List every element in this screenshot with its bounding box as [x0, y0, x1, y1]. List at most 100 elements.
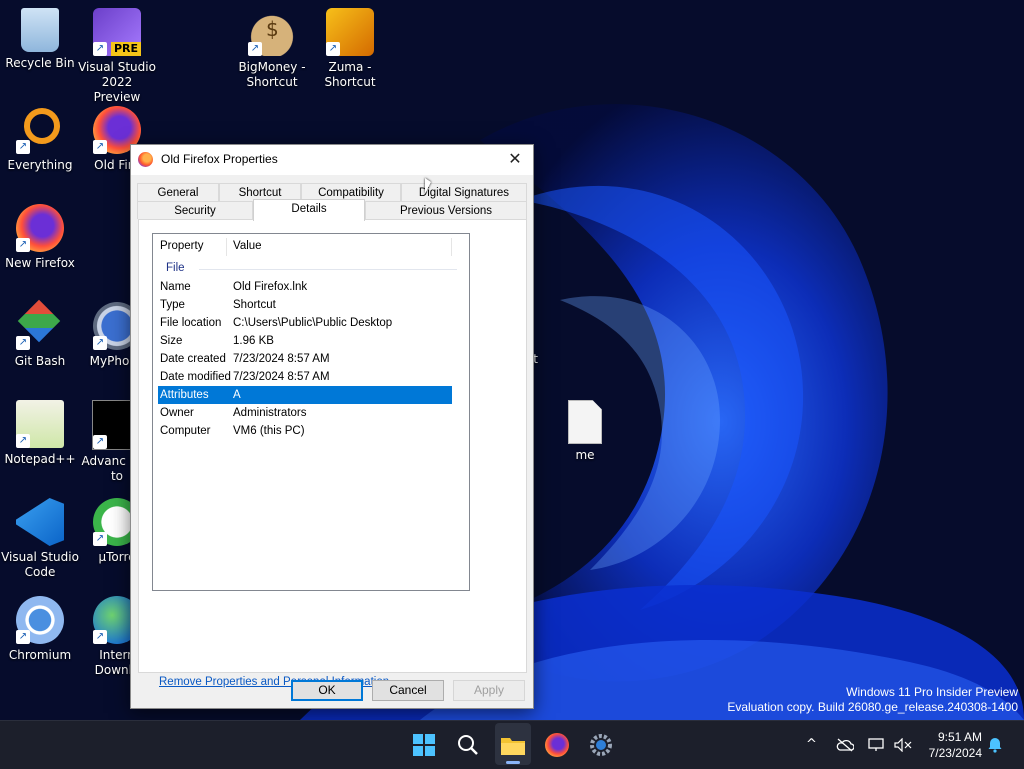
desktop-icon-label: Zuma - Shortcut — [324, 60, 376, 89]
details-list[interactable]: Property Value File Name Old Firefox.lnk… — [152, 233, 470, 591]
property-name: File location — [160, 317, 222, 329]
zuma-icon: ↗ — [326, 8, 374, 56]
desktop-icon-zuma[interactable]: ↗ Zuma - Shortcut — [310, 8, 390, 90]
start-icon[interactable] — [408, 729, 440, 761]
tab-general[interactable]: General — [137, 183, 219, 201]
shortcut-arrow-icon: ↗ — [16, 140, 30, 154]
property-value: 7/23/2024 8:57 AM — [233, 371, 330, 383]
table-row[interactable]: Name Old Firefox.lnk — [153, 278, 469, 296]
property-value: 1.96 KB — [233, 335, 274, 347]
clock-time: 9:51 AM — [937, 730, 982, 744]
desktop-icon-vscode[interactable]: Visual Studio Code — [0, 498, 80, 580]
shortcut-arrow-icon: ↗ — [93, 532, 107, 546]
ok-button[interactable]: OK — [291, 680, 363, 701]
shortcut-arrow-icon: ↗ — [93, 140, 107, 154]
firefox-icon[interactable] — [541, 729, 573, 761]
desktop-icon-notepadpp[interactable]: ↗ Notepad++ — [0, 400, 80, 467]
property-value: VM6 (this PC) — [233, 425, 305, 437]
desktop-icon-git-bash[interactable]: ↗ Git Bash — [0, 299, 80, 369]
apply-button[interactable]: Apply — [453, 680, 525, 701]
desktop-icon-label: Notepad++ — [4, 452, 76, 466]
table-row[interactable]: Computer VM6 (this PC) — [153, 422, 469, 440]
desktop-icon-label: Everything — [7, 158, 73, 172]
properties-dialog: Old Firefox Properties ✕ General Shortcu… — [130, 144, 534, 709]
shortcut-arrow-icon: ↗ — [93, 42, 107, 56]
desktop-icon-label: Recycle Bin — [5, 56, 75, 70]
text-file-icon — [568, 400, 602, 444]
dialog-titlebar[interactable]: Old Firefox Properties ✕ — [131, 145, 533, 175]
group-label: File — [166, 262, 185, 274]
column-header-property[interactable]: Property — [160, 240, 203, 252]
file-explorer-icon[interactable] — [497, 729, 529, 761]
volume-muted-icon[interactable] — [894, 721, 912, 769]
desktop-icon-chromium[interactable]: ↗ Chromium — [0, 596, 80, 663]
search-icon[interactable] — [452, 729, 484, 761]
column-divider[interactable] — [226, 238, 227, 256]
cancel-button[interactable]: Cancel — [372, 680, 444, 701]
list-header: Property Value — [153, 234, 469, 260]
table-row[interactable]: Date modified 7/23/2024 8:57 AM — [153, 368, 469, 386]
details-panel: Property Value File Name Old Firefox.lnk… — [138, 219, 527, 688]
visual-studio-preview-icon: PRE ↗ — [93, 8, 141, 56]
network-icon[interactable] — [868, 721, 886, 769]
chromium-icon: ↗ — [16, 596, 64, 644]
system-clock[interactable]: 9:51 AM 7/23/2024 — [929, 729, 982, 761]
desktop-icon-everything[interactable]: ↗ Everything — [0, 106, 80, 173]
table-row[interactable]: File location C:\Users\Public\Public Des… — [153, 314, 469, 332]
shortcut-arrow-icon: ↗ — [93, 630, 107, 644]
close-icon[interactable]: ✕ — [505, 150, 525, 170]
property-name: Owner — [160, 407, 194, 419]
property-name: Date created — [160, 353, 226, 365]
desktop-icon-label: BigMoney - Shortcut — [238, 60, 306, 89]
tab-strip: General Shortcut Compatibility Digital S… — [137, 183, 527, 221]
magnifier-icon: ↗ — [16, 106, 64, 154]
desktop-icon-visual-studio-preview[interactable]: PRE ↗ Visual Studio 2022 Preview — [77, 8, 157, 105]
mouse-cursor — [425, 178, 431, 194]
tab-security[interactable]: Security — [137, 201, 253, 219]
table-row[interactable]: Type Shortcut — [153, 296, 469, 314]
group-header-file[interactable]: File — [153, 260, 469, 278]
table-row-selected[interactable]: Attributes A — [158, 386, 452, 404]
desktop-icon-label: Visual Studio Code — [1, 550, 79, 579]
property-name: Size — [160, 335, 183, 347]
watermark-line-2: Evaluation copy. Build 26080.ge_release.… — [727, 700, 1018, 714]
settings-icon[interactable] — [585, 729, 617, 761]
shortcut-arrow-icon: ↗ — [16, 336, 30, 350]
column-divider[interactable] — [451, 238, 452, 256]
desktop-icon-label: Git Bash — [14, 354, 66, 368]
property-value: C:\Users\Public\Public Desktop — [233, 317, 393, 329]
property-value: 7/23/2024 8:57 AM — [233, 353, 330, 365]
chevron-up-icon[interactable]: ^ — [806, 721, 817, 769]
watermark-line-1: Windows 11 Pro Insider Preview — [846, 685, 1018, 699]
property-name: Attributes — [160, 389, 209, 401]
desktop-icon-new-firefox[interactable]: ↗ New Firefox — [0, 204, 80, 271]
desktop-icon-recycle-bin[interactable]: Recycle Bin — [0, 8, 80, 71]
tab-details[interactable]: Details — [253, 199, 365, 221]
dialog-title: Old Firefox Properties — [161, 152, 278, 166]
property-name: Computer — [160, 425, 211, 437]
recycle-bin-icon — [21, 8, 59, 52]
tab-previous-versions[interactable]: Previous Versions — [365, 201, 527, 219]
shortcut-arrow-icon: ↗ — [93, 336, 107, 350]
notepadpp-icon: ↗ — [16, 400, 64, 448]
table-row[interactable]: Size 1.96 KB — [153, 332, 469, 350]
property-value: Shortcut — [233, 299, 276, 311]
column-header-value[interactable]: Value — [233, 240, 262, 252]
shortcut-arrow-icon: ↗ — [16, 434, 30, 448]
desktop-icon-bigmoney[interactable]: $ ↗ BigMoney - Shortcut — [232, 8, 312, 90]
desktop-icon-label: me — [575, 448, 595, 462]
taskbar: ^ 9:51 AM 7/23/2024 — [0, 720, 1024, 769]
desktop-icon-label: New Firefox — [5, 256, 75, 270]
table-row[interactable]: Date created 7/23/2024 8:57 AM — [153, 350, 469, 368]
firefox-icon — [138, 152, 153, 167]
desktop-icon-label: Visual Studio 2022 Preview — [78, 60, 156, 104]
desktop-icon-label: Chromium — [8, 648, 72, 662]
property-name: Date modified — [160, 371, 231, 383]
desktop-icon-me[interactable]: me — [545, 400, 625, 463]
shortcut-arrow-icon: ↗ — [16, 630, 30, 644]
table-row[interactable]: Owner Administrators — [153, 404, 469, 422]
property-name: Name — [160, 281, 191, 293]
onedrive-icon[interactable] — [836, 721, 855, 769]
tab-digital-signatures[interactable]: Digital Signatures — [401, 183, 527, 201]
notification-bell-icon[interactable] — [988, 721, 1002, 769]
